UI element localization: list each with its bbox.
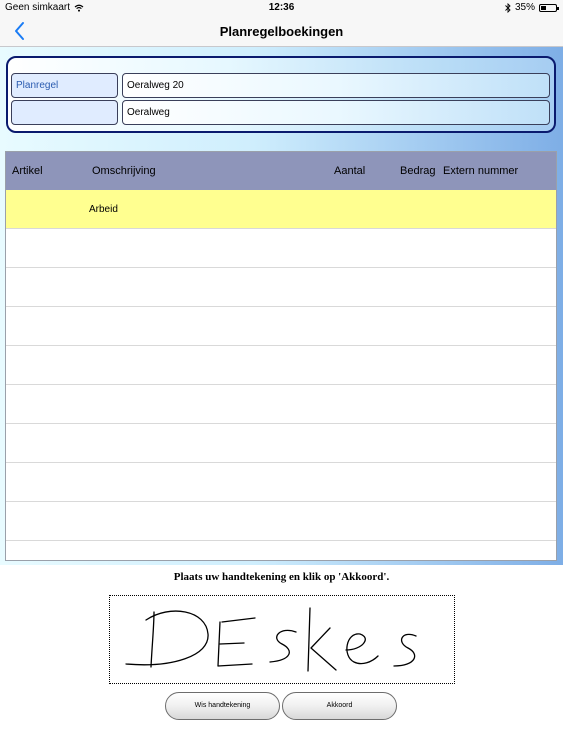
column-extern-nummer[interactable]: Extern nummer — [443, 152, 518, 190]
table-row[interactable] — [6, 424, 556, 463]
table-row[interactable] — [6, 268, 556, 307]
table-row[interactable] — [6, 463, 556, 502]
table-row[interactable] — [6, 346, 556, 385]
navigation-bar: Planregelboekingen — [0, 16, 563, 47]
clock: 12:36 — [268, 2, 295, 13]
header-panel: Planregel Oeralweg 20 Oeralweg — [6, 56, 556, 133]
address-value[interactable]: Oeralweg — [122, 100, 550, 125]
signature-pad[interactable] — [109, 595, 455, 684]
table-row[interactable]: Arbeid — [6, 190, 556, 229]
signature-instruction: Plaats uw handtekening en klik op 'Akkoo… — [173, 571, 390, 583]
column-aantal[interactable]: Aantal — [334, 152, 365, 190]
table-row[interactable] — [6, 502, 556, 541]
clear-signature-button[interactable]: Wis handtekening — [165, 692, 280, 720]
second-label[interactable] — [11, 100, 118, 125]
battery-percent: 35% — [514, 2, 535, 13]
table-header: Artikel Omschrijving Aantal Bedrag Exter… — [6, 152, 556, 190]
accept-button[interactable]: Akkoord — [282, 692, 397, 720]
status-bar: Geen simkaart 12:36 35% — [0, 0, 563, 16]
table-row[interactable] — [6, 541, 556, 560]
table-row[interactable] — [6, 385, 556, 424]
bookings-table: Artikel Omschrijving Aantal Bedrag Exter… — [5, 151, 557, 561]
column-artikel[interactable]: Artikel — [12, 152, 43, 190]
bluetooth-icon — [505, 3, 511, 13]
battery-icon — [539, 4, 559, 12]
planregel-label[interactable]: Planregel — [11, 73, 118, 98]
table-row[interactable] — [6, 229, 556, 268]
status-right: 35% — [505, 0, 559, 16]
battery-level — [541, 6, 546, 10]
signature-drawing — [125, 607, 417, 672]
column-omschrijving[interactable]: Omschrijving — [92, 152, 156, 190]
planregel-value[interactable]: Oeralweg 20 — [122, 73, 550, 98]
table-row[interactable] — [6, 307, 556, 346]
column-bedrag[interactable]: Bedrag — [400, 152, 435, 190]
page-title: Planregelboekingen — [219, 24, 344, 39]
cell-omschrijving: Arbeid — [89, 204, 118, 215]
